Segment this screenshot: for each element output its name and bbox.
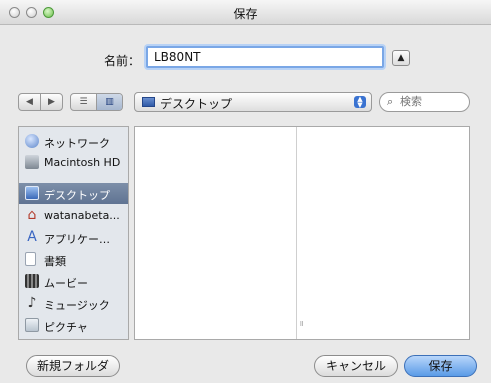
sidebar-item-macintosh-hd[interactable]: Macintosh HD	[19, 152, 128, 173]
sidebar-item-movies[interactable]: ムービー	[19, 271, 128, 292]
file-browser-columns: ॥	[134, 126, 470, 340]
search-icon: ⌕	[387, 95, 394, 108]
column-divider[interactable]	[296, 127, 297, 339]
save-dialog: 保存 名前： ▲ ◀ ▶ ☰ ▥ デスクトップ ▲▼ ⌕ ネットワーク Maci…	[0, 0, 491, 383]
sidebar-item-label: ムービー	[44, 277, 88, 290]
location-popup[interactable]: デスクトップ ▲ ▼	[134, 92, 372, 112]
desktop-icon	[25, 186, 39, 200]
column-resize-handle[interactable]: ॥	[299, 318, 304, 329]
hard-drive-icon	[25, 155, 39, 169]
forward-icon[interactable]: ▶	[40, 94, 62, 110]
save-button[interactable]: 保存	[404, 355, 477, 377]
search-input[interactable]	[400, 95, 464, 108]
new-folder-button[interactable]: 新規フォルダ	[26, 355, 120, 377]
location-label: デスクトップ	[160, 97, 233, 111]
filename-input[interactable]	[146, 46, 384, 68]
history-nav: ◀ ▶	[18, 93, 63, 111]
sidebar-item-label: Macintosh HD	[44, 156, 121, 169]
list-view-icon[interactable]: ☰	[71, 94, 96, 110]
triangle-up-icon: ▲	[397, 53, 405, 63]
movies-icon	[25, 274, 39, 288]
sidebar-item-label: 書類	[44, 255, 66, 268]
sidebar-item-pictures[interactable]: ピクチャ	[19, 315, 128, 336]
sidebar-item-documents[interactable]: 書類	[19, 249, 128, 270]
applications-icon: A	[27, 229, 37, 245]
cancel-button[interactable]: キャンセル	[314, 355, 398, 377]
sidebar-item-label: ネットワーク	[44, 137, 110, 150]
music-icon: ♪	[27, 295, 37, 311]
home-icon: ⌂	[27, 207, 37, 223]
popup-arrows-icon: ▲ ▼	[354, 96, 366, 109]
sidebar-item-label: ピクチャ	[44, 321, 88, 334]
documents-icon	[25, 252, 36, 266]
back-icon[interactable]: ◀	[19, 94, 40, 110]
globe-icon	[25, 134, 39, 148]
window-title: 保存	[233, 7, 258, 21]
column-view-icon[interactable]: ▥	[96, 94, 122, 110]
expand-dialog-button[interactable]: ▲	[392, 50, 410, 66]
sidebar-item-network[interactable]: ネットワーク	[19, 131, 128, 152]
desktop-folder-icon	[142, 97, 155, 107]
sidebar-item-label: watanabeta...	[44, 209, 120, 222]
sidebar: ネットワーク Macintosh HD デスクトップ ⌂ watanabeta.…	[18, 126, 129, 340]
sidebar-item-label: ミュージック	[44, 299, 110, 312]
search-field: ⌕	[379, 92, 470, 112]
sidebar-item-home[interactable]: ⌂ watanabeta...	[19, 205, 128, 226]
sidebar-item-label: デスクトップ	[44, 189, 110, 202]
title-bar: 保存	[0, 0, 491, 25]
sidebar-item-music[interactable]: ♪ ミュージック	[19, 293, 128, 314]
sidebar-item-label: アプリケー…	[44, 233, 110, 246]
name-label: 名前：	[104, 54, 141, 68]
sidebar-item-applications[interactable]: A アプリケー…	[19, 227, 128, 248]
pictures-icon	[25, 318, 39, 332]
sidebar-item-desktop[interactable]: デスクトップ	[19, 183, 128, 204]
view-switcher: ☰ ▥	[70, 93, 123, 111]
